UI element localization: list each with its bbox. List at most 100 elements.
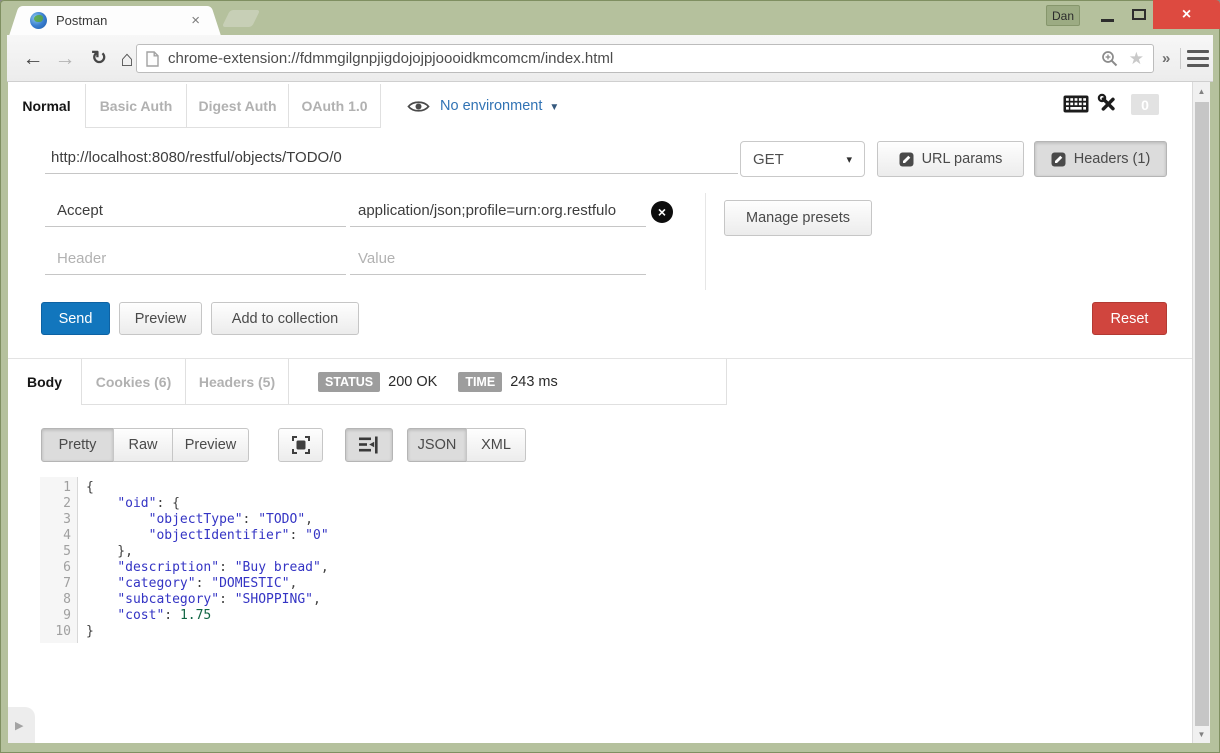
minimize-icon [1101,19,1114,22]
url-input[interactable] [168,50,1101,67]
tab-oauth[interactable]: OAuth 1.0 [289,84,381,128]
settings-button[interactable] [1097,93,1119,115]
code-line: "objectType": "TODO", [86,512,1172,528]
code-line: "oid": { [86,496,1172,512]
toolbar-overflow-icon[interactable]: » [1162,35,1170,82]
url-params-label: URL params [922,151,1003,167]
pretty-button[interactable]: Pretty [41,428,114,462]
xml-button[interactable]: XML [466,428,526,462]
preview-mode-button[interactable]: Preview [172,428,249,462]
code-line: "description": "Buy bread", [86,560,1172,576]
reload-button[interactable]: ↻ [85,35,113,82]
delete-x-icon: × [658,205,666,219]
add-to-collection-button[interactable]: Add to collection [211,302,359,335]
tab-basic-auth[interactable]: Basic Auth [86,84,187,128]
send-button[interactable]: Send [41,302,110,335]
view-mode-group: Pretty Raw Preview [41,428,249,462]
status-value: 200 OK [388,374,437,390]
line-number: 9 [40,608,71,624]
minimize-button[interactable] [1093,0,1121,30]
code-line: "category": "DOMESTIC", [86,576,1172,592]
page-icon [146,51,159,67]
postman-app: Normal Basic Auth Digest Auth OAuth 1.0 … [8,82,1192,743]
line-number: 2 [40,496,71,512]
maximize-icon [1132,9,1146,20]
new-header-value-field[interactable] [350,242,646,275]
line-number: 4 [40,528,71,544]
environment-label: No environment [440,98,542,114]
response-tab-headers[interactable]: Headers (5) [186,359,289,405]
edit-icon [1051,152,1066,167]
response-tab-cookies[interactable]: Cookies (6) [82,359,186,405]
collection-requests-badge[interactable]: 0 [1131,94,1159,115]
tab-title: Postman [56,13,189,28]
headers-button-label: Headers (1) [1074,151,1151,167]
new-tab-button[interactable] [222,10,260,27]
postman-favicon-icon [30,12,47,29]
toolbar-separator [1180,48,1181,69]
sidebar-toggle-handle[interactable]: ▶ [8,707,35,743]
header-name-field[interactable] [45,194,346,227]
chevron-down-icon: ▼ [549,100,559,113]
header-name-input[interactable] [45,194,346,226]
url-params-button[interactable]: URL params [877,141,1024,177]
request-url-field[interactable] [45,142,738,174]
keyboard-shortcuts-button[interactable] [1063,95,1089,113]
tab-digest-auth[interactable]: Digest Auth [187,84,289,128]
new-header-value-input[interactable] [350,242,646,274]
line-wrap-button[interactable] [345,428,393,462]
method-select[interactable]: GET ▾ [740,141,865,177]
browser-tab[interactable]: Postman × [20,6,210,35]
scrollbar-thumb[interactable] [1195,102,1209,726]
header-value-field[interactable] [350,194,646,227]
environment-selector[interactable]: No environment ▼ [407,84,559,128]
json-button[interactable]: JSON [407,428,467,462]
delete-header-button[interactable]: × [651,201,673,223]
new-header-name-input[interactable] [45,242,346,274]
raw-button[interactable]: Raw [113,428,173,462]
form-divider [705,193,706,290]
select-all-button[interactable] [278,428,323,462]
menu-button[interactable] [1187,50,1209,67]
code-line: }, [86,544,1172,560]
forward-button[interactable]: → [51,35,79,82]
line-number: 7 [40,576,71,592]
keyboard-icon [1063,95,1089,113]
back-button[interactable]: ← [19,35,47,82]
new-header-name-field[interactable] [45,242,346,275]
code-line: "objectIdentifier": "0" [86,528,1172,544]
code-line: } [86,624,1172,640]
headers-button[interactable]: Headers (1) [1034,141,1167,177]
close-icon: × [1182,6,1191,24]
chevron-right-icon: ▶ [15,719,23,732]
time-badge: TIME [458,372,502,392]
browser-toolbar: ← → ↻ ⌂ ★ » [7,35,1213,82]
line-number: 3 [40,512,71,528]
code-line: "subcategory": "SHOPPING", [86,592,1172,608]
scroll-down-icon[interactable]: ▼ [1193,730,1210,739]
reset-button[interactable]: Reset [1092,302,1167,335]
line-number: 8 [40,592,71,608]
address-bar[interactable]: ★ [136,44,1154,73]
tab-normal[interactable]: Normal [8,84,86,128]
code-lines: { "oid": { "objectType": "TODO", "object… [86,477,1172,640]
header-value-input[interactable] [350,194,646,226]
status-badge: STATUS [318,372,380,392]
close-window-button[interactable]: × [1153,0,1220,29]
time-value: 243 ms [510,374,558,390]
edit-icon [899,152,914,167]
tab-close-icon[interactable]: × [189,13,202,28]
scroll-up-icon[interactable]: ▲ [1193,87,1210,96]
profile-badge[interactable]: Dan [1046,5,1080,26]
response-tab-body[interactable]: Body [8,359,82,405]
tab-strip: Postman × Dan × [0,0,1220,35]
preview-button[interactable]: Preview [119,302,202,335]
line-number: 5 [40,544,71,560]
request-url-input[interactable] [45,142,738,173]
maximize-button[interactable] [1124,0,1154,30]
zoom-icon[interactable] [1101,50,1119,68]
bookmark-star-icon[interactable]: ★ [1129,49,1144,69]
manage-presets-button[interactable]: Manage presets [724,200,872,236]
page-scrollbar[interactable]: ▲ ▼ [1192,82,1210,743]
wrench-icon [1097,93,1119,115]
